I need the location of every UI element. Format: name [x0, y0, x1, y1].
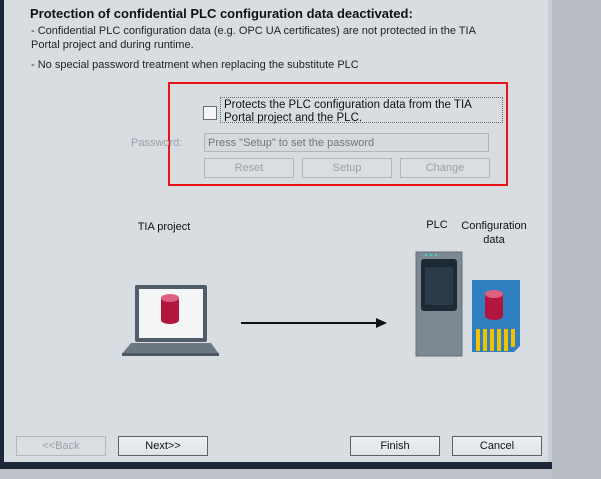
- description-line-1: - Confidential PLC configuration data (e…: [31, 25, 476, 37]
- password-field[interactable]: [204, 133, 489, 152]
- finish-button[interactable]: Finish: [350, 436, 440, 456]
- cancel-button[interactable]: Cancel: [452, 436, 542, 456]
- protection-checkbox[interactable]: [203, 106, 217, 120]
- description-line-3: - No special password treatment when rep…: [31, 59, 359, 71]
- laptop-icon: [122, 285, 219, 356]
- protection-checkbox-label[interactable]: Protects the PLC configuration data from…: [220, 97, 503, 124]
- config-data-label-line-1: Configuration: [461, 220, 527, 232]
- back-button[interactable]: <<Back: [16, 436, 106, 456]
- section-heading: Protection of confidential PLC configura…: [30, 6, 413, 21]
- plc-icon: [415, 251, 463, 357]
- password-label: Password:: [131, 137, 183, 149]
- arrow-right-icon: [241, 318, 387, 328]
- next-button[interactable]: Next>>: [118, 436, 208, 456]
- background-area: [552, 0, 601, 479]
- config-data-label-line-2: data: [483, 234, 505, 246]
- description-line-2: Portal project and during runtime.: [31, 39, 194, 51]
- window-border-bottom: [0, 462, 552, 469]
- database-icon: [485, 290, 503, 320]
- sd-card-icon: [472, 280, 520, 352]
- window-border-left: [0, 0, 4, 469]
- tia-project-label: TIA project: [137, 221, 191, 233]
- change-button[interactable]: Change: [400, 158, 490, 178]
- plc-label: PLC: [426, 219, 448, 231]
- reset-button[interactable]: Reset: [204, 158, 294, 178]
- setup-button[interactable]: Setup: [302, 158, 392, 178]
- database-icon: [161, 294, 179, 324]
